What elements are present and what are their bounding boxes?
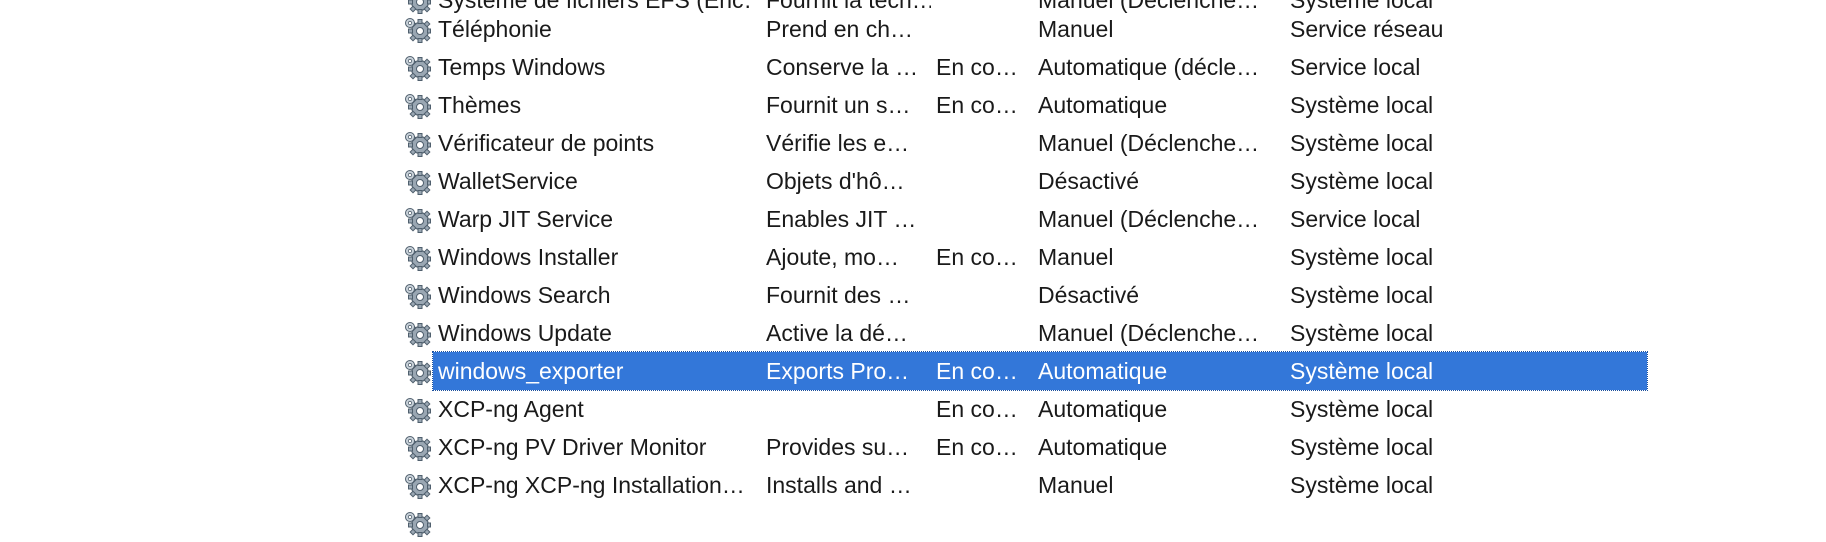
service-description: Objets d'hô… — [766, 168, 905, 194]
gear-icon — [403, 129, 431, 157]
service-startup-type: Automatique — [1038, 358, 1168, 384]
service-description: Exports Pro… — [766, 358, 910, 384]
gear-icon — [403, 281, 431, 309]
service-state — [936, 276, 1036, 314]
service-startup-type: Manuel (Déclenche… — [1038, 206, 1260, 232]
service-state — [936, 124, 1036, 162]
service-state — [936, 466, 1036, 504]
service-row[interactable]: Téléphonie Prend en ch… Manuel Service rése… — [0, 10, 1826, 48]
service-description: Fournit des … — [766, 282, 911, 308]
service-startup-type: Automatique (décle… — [1038, 54, 1260, 80]
service-row[interactable]: XCP-ng PV Driver Monitor Provides su… En c… — [0, 428, 1826, 466]
service-name: Warp JIT Service — [438, 206, 614, 232]
service-startup-type: Manuel — [1038, 472, 1114, 498]
service-description — [766, 390, 931, 428]
gear-icon — [403, 167, 431, 195]
service-name: XCP-ng Agent — [438, 396, 584, 422]
gear-icon — [403, 433, 431, 461]
service-state — [936, 162, 1036, 200]
gear-icon — [403, 471, 431, 499]
service-startup-type: Manuel — [1038, 16, 1114, 42]
service-description: Vérifie les e… — [766, 130, 910, 156]
service-description: Provides su… — [766, 434, 910, 460]
service-row[interactable]: Windows Search Fournit des … Désactivé Syst… — [0, 276, 1826, 314]
gear-icon — [403, 53, 431, 81]
service-state — [936, 314, 1036, 352]
service-description: Installs and … — [766, 472, 912, 498]
gear-icon — [403, 91, 431, 119]
service-description: Active la dé… — [766, 320, 908, 346]
service-name: Windows Installer — [438, 244, 619, 270]
service-logon-as: Système local — [1290, 168, 1434, 194]
service-logon-as: Service local — [1290, 54, 1421, 80]
service-name: windows_exporter — [438, 358, 624, 384]
gear-icon — [403, 319, 431, 347]
service-row[interactable]: Vérificateur de points Vérifie les e… Manu… — [0, 124, 1826, 162]
service-logon-as: Système local — [1290, 282, 1434, 308]
service-name: XCP-ng XCP-ng Installation… — [438, 472, 745, 498]
service-startup-type: Manuel — [1038, 244, 1114, 270]
service-name: Windows Update — [438, 320, 612, 346]
service-startup-type: Désactivé — [1038, 282, 1139, 308]
service-startup-type: Manuel (Déclenche… — [1038, 130, 1260, 156]
service-description: Enables JIT … — [766, 206, 917, 232]
service-row[interactable]: windows_exporter Exports Pro… En co… Automa… — [0, 351, 1826, 391]
service-row[interactable]: WalletService Objets d'hô… Désactivé Systèm… — [0, 162, 1826, 200]
service-state: En co… — [936, 244, 1018, 270]
gear-icon — [403, 205, 431, 233]
service-row[interactable]: XCP-ng Agent En co… Automatique Système loc… — [0, 390, 1826, 428]
service-name: Thèmes — [438, 92, 522, 118]
service-name: WalletService — [438, 168, 578, 194]
service-logon-as: Système local — [1290, 244, 1434, 270]
service-state: En co… — [936, 92, 1018, 118]
service-row[interactable]: Temps Windows Conserve la … En co… Automati… — [0, 48, 1826, 86]
service-row[interactable]: Windows Update Active la dé… Manuel (Décle… — [0, 314, 1826, 352]
service-description: Fournit un s… — [766, 92, 911, 118]
service-name: Temps Windows — [438, 54, 606, 80]
service-state — [936, 10, 1036, 48]
service-startup-type: Automatique — [1038, 434, 1168, 460]
gear-icon — [403, 15, 431, 43]
service-logon-as: Système local — [1290, 358, 1434, 384]
service-startup-type: Automatique — [1038, 92, 1168, 118]
service-logon-as: Service local — [1290, 206, 1421, 232]
service-startup-type: Désactivé — [1038, 168, 1139, 194]
gear-icon — [403, 509, 431, 537]
service-logon-as: Système local — [1290, 472, 1434, 498]
service-name: Windows Search — [438, 282, 611, 308]
service-state: En co… — [936, 434, 1018, 460]
service-startup-type: Manuel (Déclenche… — [1038, 320, 1260, 346]
services-list: Système de fichiers EFS (Enc… Fournit la … — [0, 0, 1826, 537]
service-row[interactable]: Windows Installer Ajoute, mo… En co… Manuel… — [0, 238, 1826, 276]
service-startup-type: Automatique — [1038, 396, 1168, 422]
service-row[interactable]: Warp JIT Service Enables JIT … Manuel (Déc… — [0, 200, 1826, 238]
service-logon-as: Système local — [1290, 92, 1434, 118]
service-logon-as: Système local — [1290, 320, 1434, 346]
service-row[interactable]: XCP-ng XCP-ng Installation… Installs and … — [0, 466, 1826, 504]
service-description: Ajoute, mo… — [766, 244, 899, 270]
service-description: Conserve la … — [766, 54, 919, 80]
service-name: Téléphonie — [438, 16, 552, 42]
service-name: XCP-ng PV Driver Monitor — [438, 434, 707, 460]
gear-icon — [403, 357, 431, 385]
gear-icon — [403, 395, 431, 423]
service-name: Vérificateur de points — [438, 130, 655, 156]
service-logon-as: Système local — [1290, 130, 1434, 156]
gear-icon — [403, 243, 431, 271]
service-state: En co… — [936, 396, 1018, 422]
service-description: Prend en ch… — [766, 16, 914, 42]
service-logon-as: Service réseau — [1290, 16, 1444, 42]
service-row[interactable]: Thèmes Fournit un s… En co… Automatique Syst… — [0, 86, 1826, 124]
service-state: En co… — [936, 358, 1018, 384]
service-logon-as: Système local — [1290, 396, 1434, 422]
service-state — [936, 200, 1036, 238]
service-logon-as: Système local — [1290, 434, 1434, 460]
service-state: En co… — [936, 54, 1018, 80]
